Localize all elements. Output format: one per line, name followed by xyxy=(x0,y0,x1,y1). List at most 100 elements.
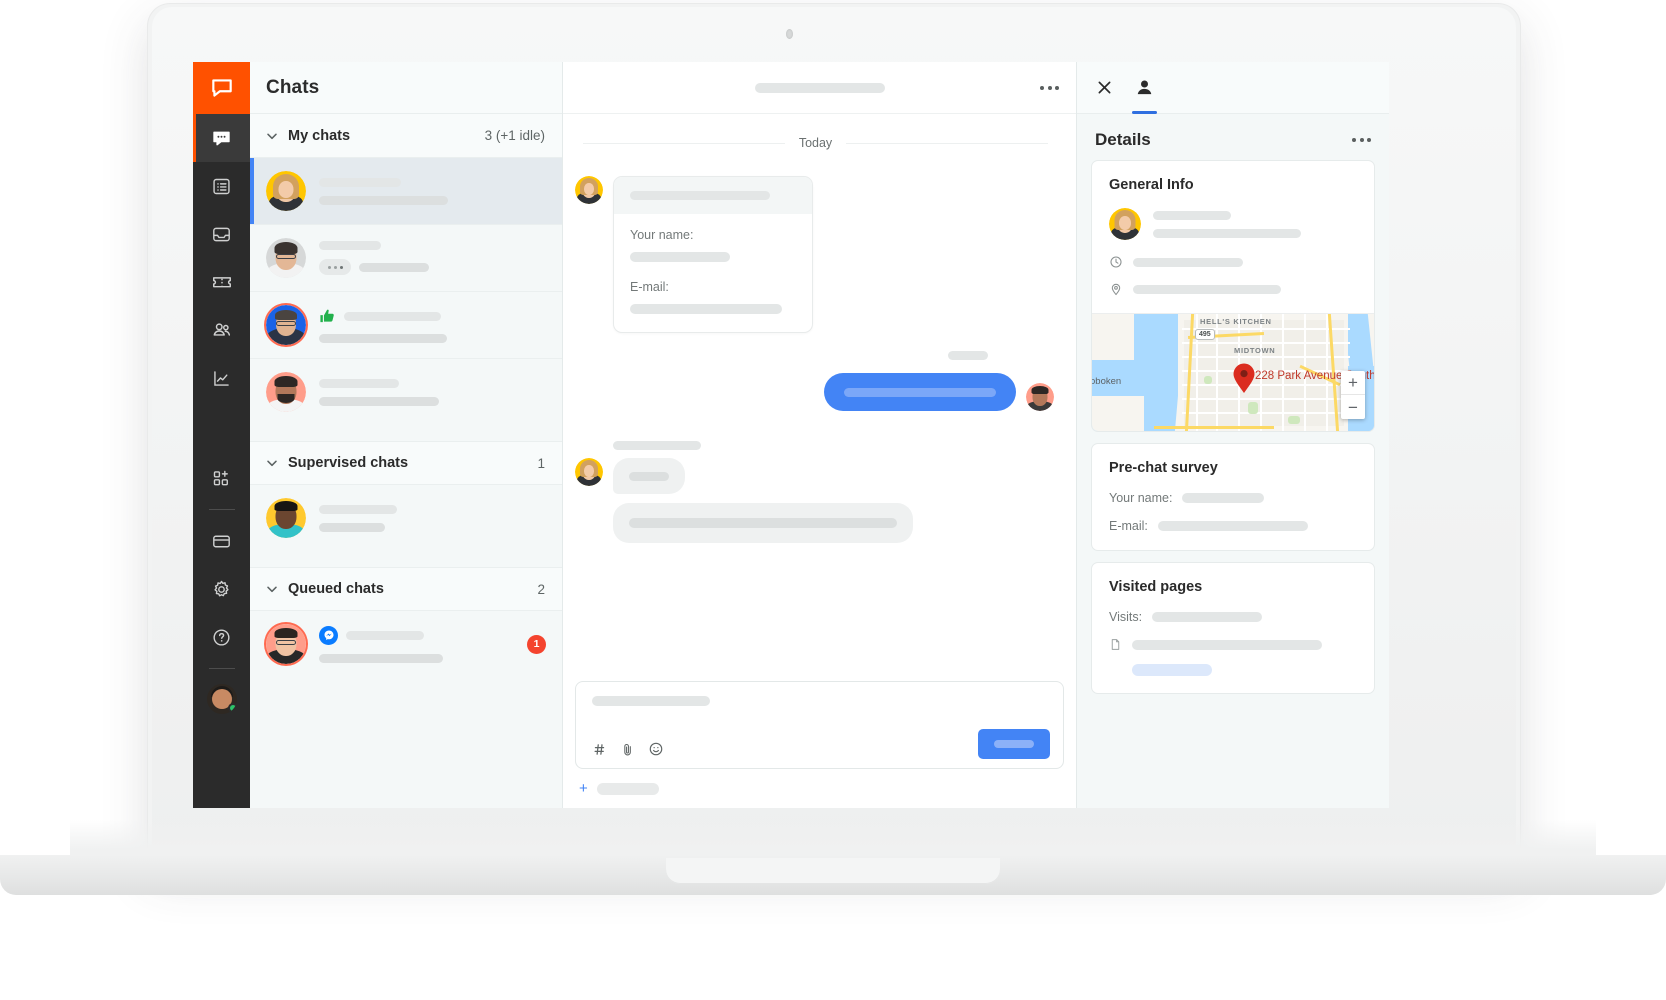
chat-list-item[interactable] xyxy=(250,485,562,551)
survey-email-label: E-mail: xyxy=(1109,519,1148,533)
group-header-supervised-chats[interactable]: Supervised chats 1 xyxy=(250,441,562,485)
visits-row: Visits: xyxy=(1109,610,1357,624)
chat-preview xyxy=(319,626,514,663)
incoming-timestamp-row xyxy=(613,441,1056,450)
sidebar-item-help[interactable] xyxy=(193,613,250,661)
visited-page-time-chip xyxy=(1132,664,1212,676)
map-zoom-controls[interactable]: + − xyxy=(1341,371,1365,419)
close-x-icon[interactable] xyxy=(1095,78,1114,97)
group-label: Queued chats xyxy=(288,581,537,597)
smiley-icon[interactable] xyxy=(648,741,664,757)
add-apps-icon xyxy=(211,468,232,489)
chat-message-placeholder xyxy=(319,397,439,406)
survey-email-input[interactable] xyxy=(630,304,782,314)
sidebar-item-archives[interactable] xyxy=(193,162,250,210)
highway-shield: 495 xyxy=(1195,329,1215,340)
hash-icon[interactable] xyxy=(592,742,607,757)
map-marker-icon xyxy=(1232,362,1256,394)
location-row xyxy=(1109,282,1357,296)
inbox-tray-icon xyxy=(211,224,232,245)
message-timestamp-placeholder xyxy=(613,441,701,450)
visited-page-url-placeholder xyxy=(1132,640,1322,650)
sidebar-item-billing[interactable] xyxy=(193,517,250,565)
visited-page-item[interactable] xyxy=(1109,638,1357,651)
incoming-text-placeholder xyxy=(629,518,897,528)
chevron-down-icon xyxy=(264,128,280,144)
messenger-bolt-icon xyxy=(323,629,335,641)
outgoing-bubble xyxy=(824,373,1016,411)
app-logo[interactable] xyxy=(193,62,250,114)
chevron-down-icon xyxy=(264,455,280,471)
chat-list-item[interactable] xyxy=(250,359,562,425)
chat-bubble-icon xyxy=(211,128,232,149)
survey-email-row: E-mail: xyxy=(1109,519,1357,533)
unread-count-badge: 1 xyxy=(527,635,546,654)
avatar xyxy=(266,171,306,211)
group-count: 2 xyxy=(537,582,545,597)
survey-title-placeholder xyxy=(630,191,770,200)
chat-list-item[interactable] xyxy=(250,292,562,359)
line-chart-icon xyxy=(211,368,232,389)
survey-email-label: E-mail: xyxy=(630,280,796,294)
visited-pages-panel: Visited pages Visits: xyxy=(1091,562,1375,694)
details-title-row: Details xyxy=(1077,114,1389,160)
sidebar-item-inbox[interactable] xyxy=(193,210,250,258)
credit-card-icon xyxy=(211,531,232,552)
survey-name-value-placeholder xyxy=(1182,493,1264,503)
paperclip-icon[interactable] xyxy=(620,742,635,757)
plus-icon: + xyxy=(579,781,588,796)
location-placeholder xyxy=(1133,285,1281,294)
composer-area: + xyxy=(563,681,1076,808)
question-circle-icon xyxy=(211,627,232,648)
send-button[interactable] xyxy=(978,729,1050,759)
survey-card-body: Your name: E-mail: xyxy=(614,214,812,332)
sidebar-item-apps[interactable] xyxy=(193,454,250,502)
add-tag-row[interactable]: + xyxy=(575,779,1064,808)
message-composer[interactable] xyxy=(575,681,1064,769)
map-zoom-out-button[interactable]: − xyxy=(1341,395,1365,419)
chat-list-item[interactable]: 1 xyxy=(250,611,562,677)
livechat-speech-bubble-icon xyxy=(209,75,235,101)
details-title: Details xyxy=(1095,130,1352,150)
sidebar-item-tickets[interactable] xyxy=(193,258,250,306)
avatar xyxy=(266,624,306,664)
chat-message-placeholder xyxy=(319,334,447,343)
tab-customer-details[interactable] xyxy=(1134,62,1155,114)
sidebar-item-settings[interactable] xyxy=(193,565,250,613)
chat-name-placeholder xyxy=(346,631,424,640)
day-separator-label: Today xyxy=(799,136,832,150)
chat-list-item[interactable] xyxy=(250,158,562,225)
location-map[interactable]: HELL'S KITCHEN MIDTOWN oboken LOWER MANH… xyxy=(1092,313,1374,431)
sidebar-item-chats[interactable] xyxy=(193,114,250,162)
clock-icon xyxy=(1109,255,1123,269)
day-separator: Today xyxy=(583,136,1048,150)
group-header-my-chats[interactable]: My chats 3 (+1 idle) xyxy=(250,114,562,158)
message-incoming xyxy=(613,503,1056,543)
details-menu-button[interactable] xyxy=(1352,138,1371,142)
composer-tools xyxy=(592,741,664,757)
outgoing-text-placeholder xyxy=(844,388,996,397)
prechat-survey-body: Pre-chat survey Your name: E-mail: xyxy=(1092,444,1374,550)
current-agent-avatar[interactable] xyxy=(207,684,237,714)
chat-preview xyxy=(319,241,546,275)
chat-preview xyxy=(319,379,546,406)
chat-message-placeholder xyxy=(319,654,443,663)
map-label: HELL'S KITCHEN xyxy=(1200,317,1272,326)
sidebar-item-reports[interactable] xyxy=(193,354,250,402)
primary-nav-rail xyxy=(193,62,250,808)
people-icon xyxy=(211,319,233,341)
survey-name-label: Your name: xyxy=(1109,491,1172,505)
screenshot-stage: Chats My chats 3 (+1 idle) xyxy=(0,0,1666,1000)
group-count: 1 xyxy=(537,456,545,471)
avatar xyxy=(266,372,306,412)
map-zoom-in-button[interactable]: + xyxy=(1341,371,1365,395)
conversation-menu-button[interactable] xyxy=(1040,86,1059,90)
send-label-placeholder xyxy=(994,740,1034,748)
message-incoming: Your name: E-mail: xyxy=(575,176,1056,333)
survey-name-input[interactable] xyxy=(630,252,730,262)
sidebar-item-team[interactable] xyxy=(193,306,250,354)
person-icon xyxy=(1134,77,1155,98)
chat-message-placeholder xyxy=(359,263,429,272)
group-header-queued-chats[interactable]: Queued chats 2 xyxy=(250,567,562,611)
chat-list-item[interactable] xyxy=(250,225,562,292)
